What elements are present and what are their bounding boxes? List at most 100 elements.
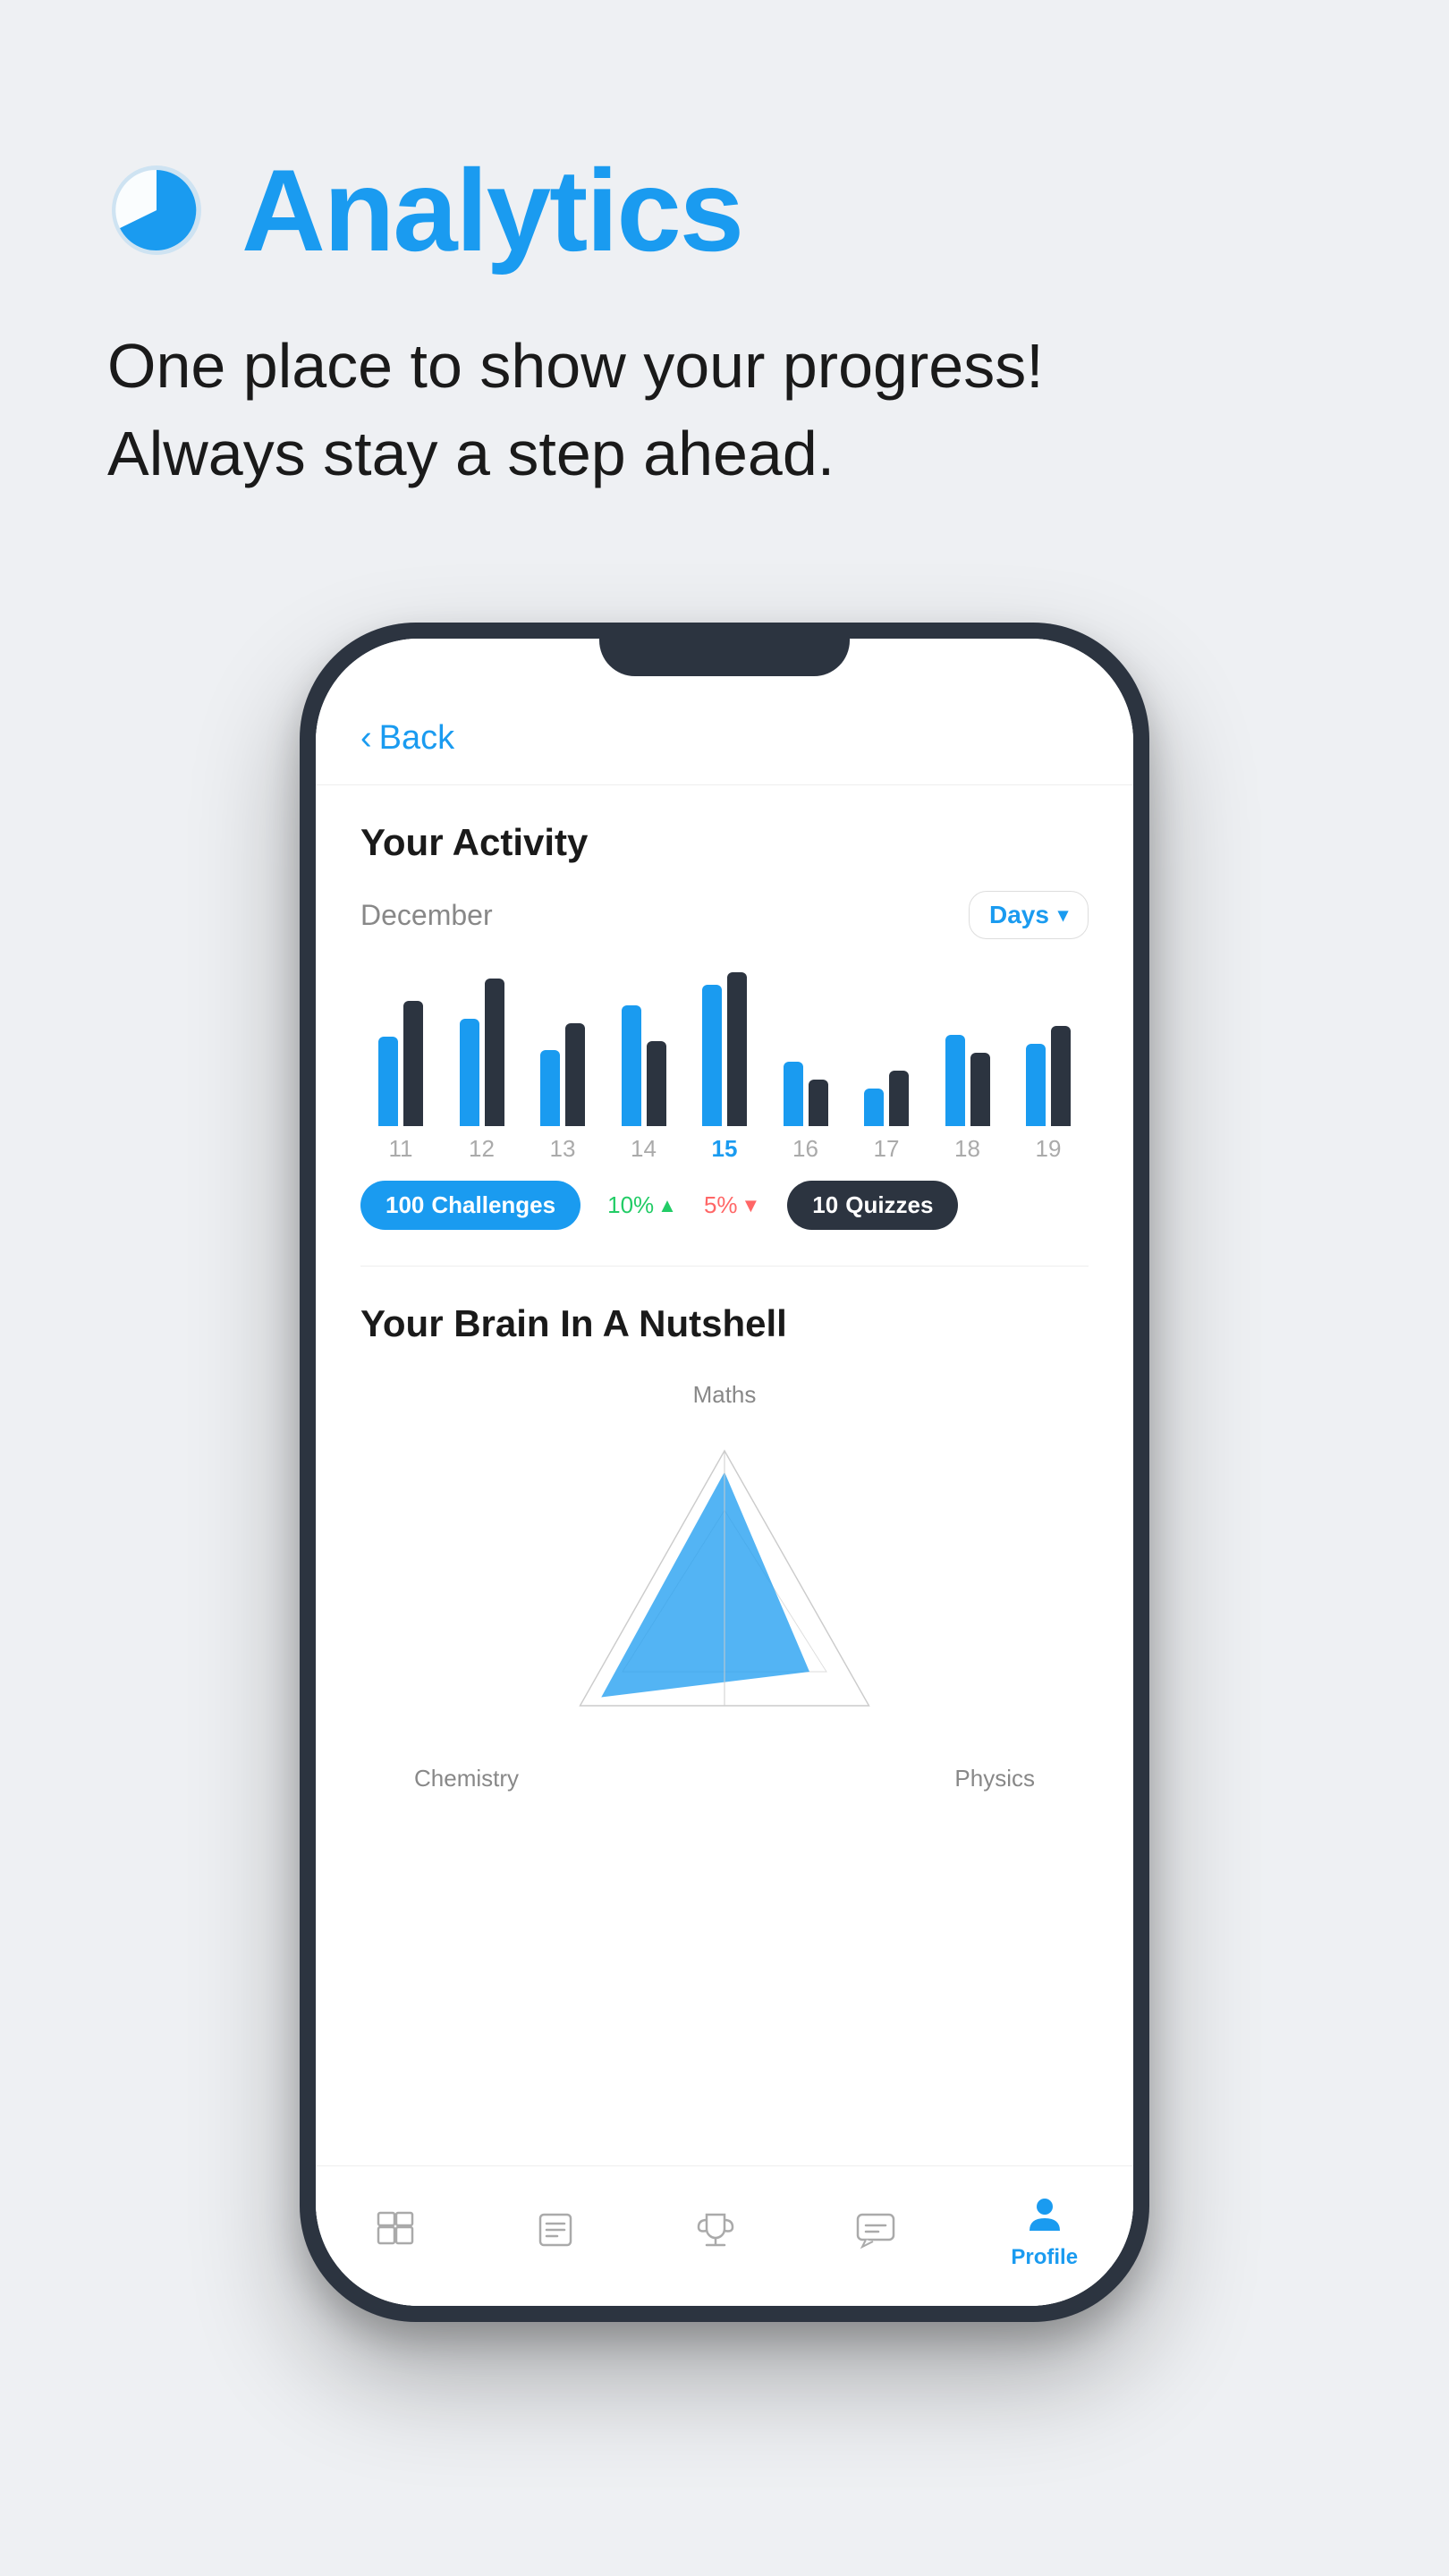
percent2-stat: 5% ▼ (704, 1191, 760, 1219)
arrow-down-icon: ▼ (741, 1194, 761, 1217)
bar-wrapper-18 (945, 965, 990, 1126)
bar-blue-16 (784, 1062, 803, 1126)
back-button[interactable]: ‹ Back (360, 719, 1089, 758)
bar-blue-14 (622, 1005, 641, 1126)
bar-group-16: 16 (784, 965, 828, 1163)
bar-wrapper-13 (540, 965, 585, 1126)
bar-dark-19 (1051, 1026, 1071, 1126)
nav-item-lessons[interactable] (531, 2205, 580, 2254)
bar-wrapper-17 (864, 965, 909, 1126)
trophy-icon (691, 2205, 741, 2254)
profile-icon (1020, 2189, 1069, 2238)
bar-group-11: 11 (378, 965, 423, 1163)
quizzes-count: 10 (812, 1191, 838, 1219)
bar-dark-15 (727, 972, 747, 1126)
quizzes-label: Quizzes (845, 1191, 933, 1219)
bar-dark-13 (565, 1023, 585, 1126)
challenges-label: Challenges (431, 1191, 555, 1219)
bar-dark-11 (403, 1001, 423, 1126)
subtitle-line1: One place to show your progress! (107, 331, 1044, 401)
bar-group-14: 14 (622, 965, 666, 1163)
challenges-badge: 100 Challenges (360, 1181, 580, 1230)
phone-screen: ‹ Back Your Activity December Days ▾ (316, 639, 1133, 2306)
bar-wrapper-12 (460, 965, 504, 1126)
nav-item-home[interactable] (371, 2205, 420, 2254)
nav-item-profile[interactable]: Profile (1011, 2189, 1078, 2270)
title-row: Analytics (107, 143, 1342, 277)
profile-nav-label: Profile (1011, 2245, 1078, 2270)
lessons-icon (531, 2205, 580, 2254)
arrow-up-icon: ▲ (657, 1194, 677, 1217)
radar-label-chemistry: Chemistry (414, 1765, 519, 1792)
bar-label-13: 13 (550, 1135, 576, 1163)
bar-wrapper-14 (622, 965, 666, 1126)
bar-group-18: 18 (945, 965, 990, 1163)
challenges-count: 100 (386, 1191, 424, 1219)
bar-label-16: 16 (792, 1135, 818, 1163)
bar-blue-19 (1026, 1044, 1046, 1126)
brain-section: Your Brain In A Nutshell Maths (360, 1284, 1089, 1819)
bar-group-13: 13 (540, 965, 585, 1163)
chat-icon (852, 2205, 901, 2254)
scroll-area: Your Activity December Days ▾ (316, 785, 1133, 2165)
bar-label-11: 11 (389, 1135, 413, 1163)
home-icon (371, 2205, 420, 2254)
bar-label-14: 14 (631, 1135, 657, 1163)
header-section: Analytics One place to show your progres… (0, 0, 1449, 551)
radar-chart: Maths (360, 1372, 1089, 1801)
back-label: Back (379, 719, 454, 758)
phone-container: ‹ Back Your Activity December Days ▾ (0, 623, 1449, 2411)
header-subtitle: One place to show your progress! Always … (107, 322, 1342, 497)
bar-label-17: 17 (874, 1135, 900, 1163)
bottom-nav: Profile (316, 2165, 1133, 2306)
days-label: Days (989, 901, 1049, 929)
stats-row: 100 Challenges 10% ▲ 5% ▼ 10 (360, 1181, 1089, 1230)
bar-wrapper-11 (378, 965, 423, 1126)
percent1-stat: 10% ▲ (607, 1191, 677, 1219)
bar-wrapper-15 (702, 965, 747, 1126)
radar-label-maths: Maths (693, 1381, 757, 1409)
nav-item-trophy[interactable] (691, 2205, 741, 2254)
bar-group-15: 15 (702, 965, 747, 1163)
bar-label-15: 15 (712, 1135, 738, 1163)
bar-dark-18 (970, 1053, 990, 1126)
bar-group-19: 19 (1026, 965, 1071, 1163)
bar-blue-17 (864, 1089, 884, 1126)
bar-dark-14 (647, 1041, 666, 1126)
radar-svg (555, 1417, 894, 1757)
chevron-down-icon: ▾ (1058, 903, 1068, 927)
page-title: Analytics (242, 143, 742, 277)
days-dropdown[interactable]: Days ▾ (969, 891, 1089, 939)
bar-blue-11 (378, 1037, 398, 1126)
percent2-value: 5% (704, 1191, 738, 1219)
activity-header: December Days ▾ (360, 891, 1089, 939)
bar-wrapper-16 (784, 965, 828, 1126)
back-chevron-icon: ‹ (360, 719, 372, 758)
percent1-value: 10% (607, 1191, 654, 1219)
nav-item-chat[interactable] (852, 2205, 901, 2254)
quizzes-badge: 10 Quizzes (787, 1181, 958, 1230)
bar-label-18: 18 (954, 1135, 980, 1163)
bar-group-17: 17 (864, 965, 909, 1163)
month-label: December (360, 899, 493, 932)
bar-chart: 11 12 (360, 966, 1089, 1163)
bar-blue-15 (702, 985, 722, 1126)
bar-blue-12 (460, 1019, 479, 1126)
bar-label-19: 19 (1036, 1135, 1062, 1163)
bar-blue-18 (945, 1035, 965, 1126)
brain-title: Your Brain In A Nutshell (360, 1302, 1089, 1345)
bar-dark-12 (485, 979, 504, 1126)
activity-title: Your Activity (360, 821, 1089, 864)
bar-blue-13 (540, 1050, 560, 1126)
phone-outer: ‹ Back Your Activity December Days ▾ (300, 623, 1149, 2322)
divider (360, 1266, 1089, 1267)
bar-dark-16 (809, 1080, 828, 1126)
screen-content: ‹ Back Your Activity December Days ▾ (316, 639, 1133, 2306)
bar-label-12: 12 (469, 1135, 495, 1163)
analytics-icon (107, 161, 206, 259)
bar-dark-17 (889, 1071, 909, 1126)
bar-group-12: 12 (460, 965, 504, 1163)
subtitle-line2: Always stay a step ahead. (107, 419, 835, 488)
radar-label-physics: Physics (954, 1765, 1035, 1792)
bar-wrapper-19 (1026, 965, 1071, 1126)
